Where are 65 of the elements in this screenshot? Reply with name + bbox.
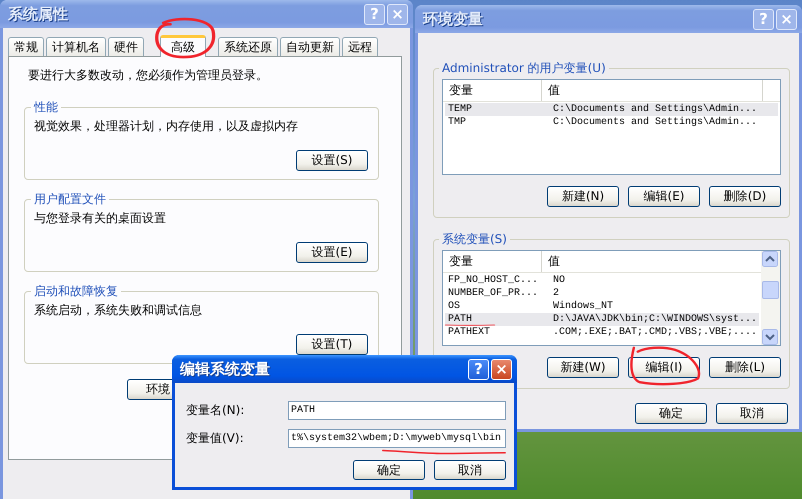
settings-button[interactable]: 设置(S) [296, 150, 368, 171]
column-header[interactable]: 变量 [443, 80, 542, 101]
list-action-button[interactable]: 新建(N) [547, 186, 619, 207]
tab[interactable]: 常规 [8, 37, 44, 56]
group-title: 用户配置文件 [33, 192, 107, 206]
list-action-button[interactable]: 删除(L) [709, 357, 781, 378]
column-header[interactable]: 值 [542, 251, 761, 272]
group-title: 系统变量(S) [441, 232, 508, 246]
table-cell-text: D:\JAVA\JDK\bin;C:\WINDOWS\syst... [552, 313, 758, 326]
field-label: 变量值(V): [186, 430, 245, 447]
tab[interactable]: 远程 [342, 37, 378, 56]
group-title: 启动和故障恢复 [33, 284, 119, 298]
tab[interactable]: 硬件 [108, 37, 144, 56]
table-cell-text: PATH [447, 313, 474, 326]
cancel-button[interactable]: 取消 [716, 403, 788, 424]
ok-button[interactable]: 确定 [635, 403, 707, 424]
list-row[interactable]: NUMBER_OF_PR... 2 [445, 287, 759, 300]
ok-button[interactable]: 确定 [353, 460, 425, 480]
group-description: 系统启动，系统失败和调试信息 [34, 302, 203, 318]
selected-row[interactable]: TEMP C:\Documents and Settings\Admin... [445, 103, 778, 116]
scroll-down-icon[interactable] [762, 329, 778, 345]
list-action-button[interactable]: 新建(W) [547, 357, 619, 378]
group-title: Administrator 的用户变量(U) [441, 61, 607, 75]
scrollbar[interactable] [761, 251, 780, 345]
list-action-button[interactable]: 编辑(E) [628, 186, 700, 207]
list-row[interactable]: TMP C:\Documents and Settings\Admin... [445, 116, 778, 129]
group-title: 性能 [32, 100, 59, 114]
scroll-up-icon[interactable] [762, 251, 778, 267]
table-cell-text: TEMP [447, 103, 474, 116]
window-title: 编辑系统变量 [180, 360, 270, 378]
field-label: 变量名(N): [186, 402, 246, 419]
list-row[interactable]: OS Windows_NT [445, 300, 759, 313]
table-cell-text: C:\Documents and Settings\Admin... [552, 103, 758, 116]
settings-button[interactable]: 设置(T) [296, 334, 368, 355]
notice-text: 要进行大多数改动，您必须作为管理员登录。 [28, 67, 269, 83]
table-cell-text: OS [447, 300, 462, 313]
window-title: 系统属性 [8, 4, 68, 24]
table-cell-text: TMP [447, 116, 468, 129]
group-description: 与您登录有关的桌面设置 [34, 210, 167, 226]
column-header[interactable]: 变量 [443, 251, 542, 272]
table-cell-text: FP_NO_HOST_C... [447, 274, 540, 287]
table-cell-text: PATHEXT [447, 326, 492, 339]
cancel-button[interactable]: 取消 [434, 460, 506, 480]
settings-button[interactable]: 设置(E) [296, 242, 368, 263]
table-cell-text: NUMBER_OF_PR... [447, 287, 540, 300]
list-row[interactable]: FP_NO_HOST_C... NO [445, 274, 759, 287]
window-title: 环境变量 [423, 10, 483, 28]
scroll-thumb[interactable] [762, 281, 779, 299]
group-description: 视觉效果，处理器计划，内存使用，以及虚拟内存 [34, 118, 299, 134]
column-header[interactable]: 值 [542, 80, 762, 101]
help-button[interactable]: ? [468, 358, 489, 380]
table-cell-text: Windows_NT [552, 300, 614, 313]
tab[interactable]: 自动更新 [280, 37, 340, 56]
selected-row[interactable]: PATH D:\JAVA\JDK\bin;C:\WINDOWS\syst... [445, 313, 759, 326]
table-cell-text: 2 [552, 287, 560, 300]
table-cell-text: C:\Documents and Settings\Admin... [552, 116, 758, 129]
input-field[interactable]: PATH [288, 401, 506, 420]
table-cell-text: NO [552, 274, 566, 287]
list-action-button[interactable]: 编辑(I) [628, 357, 700, 378]
tab[interactable]: 计算机名 [46, 37, 106, 56]
input-field[interactable]: t%\system32\wbem;D:\myweb\mysql\bin [288, 429, 506, 448]
table-cell-text: .COM;.EXE;.BAT;.CMD;.VBS;.VBE;.... [552, 326, 758, 339]
list-row[interactable]: PATHEXT .COM;.EXE;.BAT;.CMD;.VBS;.VBE;.... [445, 326, 759, 339]
list-action-button[interactable]: 删除(D) [709, 186, 781, 207]
tab[interactable]: 系统还原 [218, 37, 278, 56]
